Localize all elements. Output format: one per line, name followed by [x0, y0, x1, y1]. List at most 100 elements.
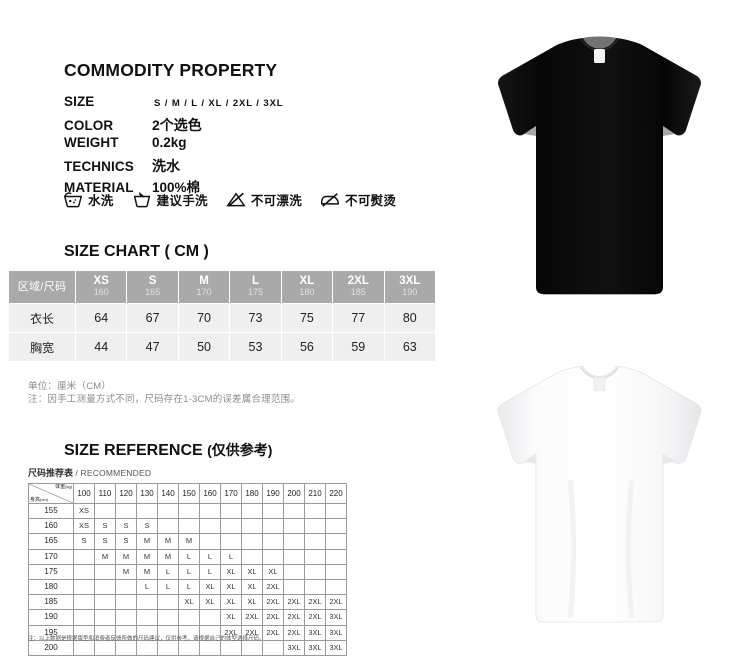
reference-empty-cell: [262, 502, 284, 520]
neck-label-icon: [593, 376, 606, 392]
reference-empty-cell: [283, 578, 305, 596]
reference-weight-header: 110: [94, 483, 116, 504]
size-chart-column-header: M 170: [178, 271, 230, 303]
reference-empty-cell: [304, 518, 326, 535]
size-reference-title: SIZE REFERENCE (仅供参考): [64, 440, 272, 460]
care-item: 不可熨烫: [319, 190, 396, 209]
reference-weight-header: 130: [136, 483, 158, 504]
reference-row: 175 M M L L L XL XL XL: [28, 563, 347, 580]
size-chart-cell: 67: [127, 304, 178, 332]
reference-size-cell: M: [157, 548, 179, 565]
reference-height-label: 185: [28, 594, 74, 611]
care-label: 水洗: [88, 194, 114, 208]
reference-size-cell: M: [157, 533, 179, 550]
reference-weight-header: 210: [304, 483, 326, 504]
reference-empty-cell: [262, 639, 284, 656]
reference-size-cell: L: [220, 548, 242, 565]
reference-empty-cell: [178, 518, 200, 535]
reference-empty-cell: [199, 609, 221, 626]
size-chart-header-row: 区域/尺码 XS 160 S 165 M 170 L 175 XL 180 2XL 185 3XL 190: [9, 271, 435, 303]
reference-size-cell: L: [157, 578, 179, 596]
size-chart-cell: 63: [384, 333, 435, 361]
size-chart-column-header: L 175: [230, 271, 281, 303]
size-height-label: 175: [247, 287, 263, 297]
reference-empty-cell: [157, 639, 179, 656]
reference-size-cell: XL: [241, 563, 263, 580]
reference-height-label: 180: [28, 578, 74, 596]
reference-size-cell: XL: [220, 609, 242, 626]
reference-size-cell: XL: [220, 578, 242, 596]
reference-row: 190 XL 2XL 2XL 2XL 2XL 3XL: [28, 609, 347, 626]
size-chart-cell: 56: [281, 333, 333, 361]
size-chart-cell: 64: [76, 304, 127, 332]
size-height-label: 190: [402, 287, 418, 297]
reference-height-label: 200: [28, 639, 74, 656]
reference-size-cell: XL: [199, 578, 221, 596]
reference-size-cell: 2XL: [262, 578, 284, 596]
reference-row: 170 M M M M L L L: [28, 548, 347, 565]
reference-size-cell: XS: [73, 502, 95, 520]
reference-size-cell: M: [178, 533, 200, 550]
property-value: 洗水: [152, 157, 180, 174]
reference-size-cell: S: [73, 533, 95, 550]
reference-empty-cell: [325, 518, 347, 535]
wash-tub-icon: [62, 191, 84, 208]
reference-empty-cell: [262, 533, 284, 550]
size-reference-title-main: SIZE REFERENCE: [64, 442, 203, 459]
tshirt-graphic: [498, 36, 701, 295]
size-chart-cell: 47: [127, 333, 178, 361]
size-reference-wrapper: 体重(kg) 身高(cm) 100 110 120 130 140 150 160 170 18…: [28, 483, 347, 656]
size-chart-cell: 70: [178, 304, 230, 332]
reference-weight-header: 170: [220, 483, 242, 504]
size-reference-caption-en: / RECOMMENDED: [75, 468, 152, 478]
reference-empty-cell: [115, 578, 137, 596]
reference-size-cell: 2XL: [304, 609, 326, 626]
reference-empty-cell: [115, 609, 137, 626]
size-height-label: 160: [93, 287, 109, 297]
reference-empty-cell: [199, 639, 221, 656]
reference-size-cell: 2XL: [262, 609, 284, 626]
care-label: 不可漂洗: [250, 194, 303, 208]
size-reference-head: 体重(kg) 身高(cm) 100 110 120 130 140 150 160 170 18…: [28, 483, 347, 504]
size-chart-row-label: 衣长: [9, 304, 75, 332]
reference-empty-cell: [73, 639, 95, 656]
reference-size-cell: 2XL: [262, 624, 284, 641]
product-info-column: COMMODITY PROPERTY SIZE S / M / L / XL / …: [0, 0, 450, 656]
reference-size-cell: 2XL: [283, 624, 305, 641]
size-chart-cell: 50: [178, 333, 230, 361]
reference-size-cell: XL: [241, 578, 263, 596]
property-value: 2个选色: [152, 116, 202, 133]
size-chart-cell: 44: [76, 333, 127, 361]
reference-size-cell: XS: [73, 518, 95, 535]
reference-empty-cell: [115, 639, 137, 656]
size-chart-corner-label: 区域/尺码: [9, 271, 75, 303]
care-label: 不可熨烫: [345, 194, 397, 208]
corner-weight-label: 体重(kg): [55, 484, 72, 491]
reference-size-cell: 3XL: [304, 624, 326, 641]
reference-row: 165 S S S M M M: [28, 533, 347, 550]
reference-size-cell: 2XL: [283, 594, 305, 611]
care-instruction-row: 水洗 建议手洗 不可漂洗 不可熨烫: [62, 190, 396, 209]
reference-empty-cell: [73, 548, 95, 565]
reference-empty-cell: [220, 502, 242, 520]
size-reference-note: 注：以上数据是根据版型和消费者反馈所做的尺码建议，仅供参考，请根据自己的体型选择…: [28, 636, 265, 642]
size-label: XS: [93, 275, 109, 287]
reference-empty-cell: [157, 594, 179, 611]
reference-size-cell: M: [94, 548, 116, 565]
reference-size-cell: XL: [220, 563, 242, 580]
size-chart-notes: 单位：厘米（CM） 注：因手工测量方式不同，尺码存在1-3CM的误差属合理范围。: [28, 380, 300, 406]
reference-empty-cell: [94, 578, 116, 596]
property-value: S / M / L / XL / 2XL / 3XL: [154, 98, 284, 109]
size-chart-column-header: S 165: [127, 271, 178, 303]
reference-height-label: 155: [28, 502, 74, 520]
reference-empty-cell: [94, 639, 116, 656]
reference-empty-cell: [241, 533, 263, 550]
commodity-property-list: SIZE S / M / L / XL / 2XL / 3XL COLOR 2个选色 W…: [64, 94, 394, 197]
corner-height-label: 身高(cm): [30, 497, 49, 503]
reference-height-label: 175: [28, 563, 74, 580]
size-chart-row: 衣长 64 67 70 73 75 77 80: [9, 304, 435, 332]
reference-size-cell: M: [115, 563, 137, 580]
property-row: SIZE S / M / L / XL / 2XL / 3XL: [64, 94, 394, 115]
reference-size-cell: 3XL: [325, 609, 347, 626]
reference-weight-header: 220: [325, 483, 347, 504]
